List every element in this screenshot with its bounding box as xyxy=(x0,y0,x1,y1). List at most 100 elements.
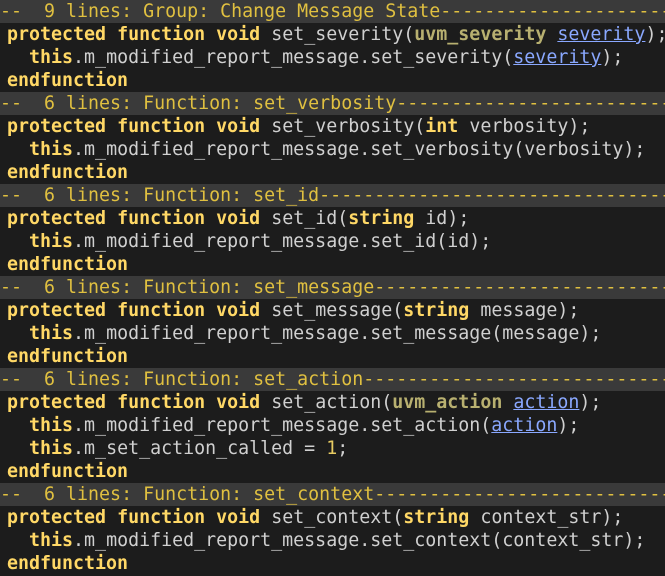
code-line[interactable]: endfunction xyxy=(0,345,665,368)
keyword: this xyxy=(29,323,74,344)
code-text: .m_modified_report_message.set_severity( xyxy=(73,47,514,68)
keyword: function xyxy=(117,116,206,137)
keyword: protected xyxy=(7,392,107,413)
keyword: function xyxy=(117,300,206,321)
code-line[interactable]: this.m_modified_report_message.set_messa… xyxy=(0,322,665,345)
code-text: id); xyxy=(414,208,470,229)
identifier-link: severity xyxy=(557,24,646,45)
code-text: .m_modified_report_message.set_message(m… xyxy=(73,323,602,344)
code-text: ; xyxy=(337,438,349,459)
keyword: int xyxy=(425,116,459,137)
keyword: void xyxy=(216,300,261,321)
keyword: function xyxy=(117,507,206,528)
keyword: this xyxy=(29,231,74,252)
fold-line[interactable]: -- 9 lines: Group: Change Message State-… xyxy=(0,0,665,23)
code-line[interactable]: protected function void set_id(string id… xyxy=(0,207,665,230)
identifier-link: action xyxy=(513,392,580,413)
keyword: endfunction xyxy=(7,162,129,183)
fold-line[interactable]: -- 6 lines: Function: set_context-------… xyxy=(0,483,665,506)
fold-line[interactable]: -- 6 lines: Function: set_verbosity-----… xyxy=(0,92,665,115)
keyword: void xyxy=(216,116,261,137)
code-line[interactable]: protected function void set_verbosity(in… xyxy=(0,115,665,138)
code-line[interactable]: endfunction xyxy=(0,253,665,276)
code-text: .m_modified_report_message.set_action( xyxy=(73,415,492,436)
code-line[interactable]: this.m_modified_report_message.set_verbo… xyxy=(0,138,665,161)
code-line[interactable]: endfunction xyxy=(0,161,665,184)
code-text: .m_modified_report_message.set_verbosity… xyxy=(73,139,646,160)
code-text: ); xyxy=(645,24,665,45)
code-line[interactable]: this.m_modified_report_message.set_actio… xyxy=(0,414,665,437)
code-text: .m_modified_report_message.set_context(c… xyxy=(73,530,646,551)
keyword: this xyxy=(29,47,74,68)
keyword: function xyxy=(117,24,206,45)
keyword: protected xyxy=(7,507,107,528)
fold-line[interactable]: -- 6 lines: Function: set_action--------… xyxy=(0,368,665,391)
code-line[interactable]: this.m_modified_report_message.set_conte… xyxy=(0,529,665,552)
keyword: this xyxy=(29,438,74,459)
keyword: function xyxy=(117,208,206,229)
code-line[interactable]: endfunction xyxy=(0,460,665,483)
keyword: endfunction xyxy=(7,254,129,275)
code-line[interactable]: this.m_modified_report_message.set_sever… xyxy=(0,46,665,69)
keyword: protected xyxy=(7,300,107,321)
code-text: set_severity( xyxy=(260,24,415,45)
identifier-link: severity xyxy=(513,47,602,68)
keyword: string xyxy=(348,208,415,229)
keyword: this xyxy=(29,415,74,436)
code-line[interactable]: this.m_modified_report_message.set_id(id… xyxy=(0,230,665,253)
type-name: uvm_severity xyxy=(414,24,547,45)
keyword: function xyxy=(117,392,206,413)
fold-line[interactable]: -- 6 lines: Function: set_id------------… xyxy=(0,184,665,207)
fold-line[interactable]: -- 6 lines: Function: set_message-------… xyxy=(0,276,665,299)
code-text: set_message( xyxy=(260,300,404,321)
code-text: message); xyxy=(469,300,580,321)
keyword: void xyxy=(216,507,261,528)
keyword: endfunction xyxy=(7,346,129,367)
code-text: set_id( xyxy=(260,208,349,229)
code-text: context_str); xyxy=(469,507,624,528)
code-line[interactable]: endfunction xyxy=(0,552,665,575)
keyword: endfunction xyxy=(7,70,129,91)
identifier-link: action xyxy=(491,415,558,436)
code-line[interactable]: protected function void set_message(stri… xyxy=(0,299,665,322)
keyword: void xyxy=(216,24,261,45)
code-text: set_verbosity( xyxy=(260,116,426,137)
code-line[interactable]: this.m_set_action_called = 1; xyxy=(0,437,665,460)
code-text: set_action( xyxy=(260,392,393,413)
code-line[interactable]: protected function void set_action(uvm_a… xyxy=(0,391,665,414)
code-editor[interactable]: -- 9 lines: Group: Change Message State-… xyxy=(0,0,665,576)
code-text: ); xyxy=(579,392,602,413)
code-text: .m_modified_report_message.set_id(id); xyxy=(73,231,492,252)
keyword: void xyxy=(216,208,261,229)
keyword: protected xyxy=(7,208,107,229)
code-line[interactable]: endfunction xyxy=(0,69,665,92)
keyword: protected xyxy=(7,116,107,137)
type-name: uvm_action xyxy=(392,392,503,413)
keyword: this xyxy=(29,530,74,551)
keyword: endfunction xyxy=(7,461,129,482)
keyword: this xyxy=(29,139,74,160)
number-literal: 1 xyxy=(326,438,338,459)
code-text: ); xyxy=(557,415,580,436)
code-line[interactable]: protected function void set_context(stri… xyxy=(0,506,665,529)
code-text: .m_set_action_called = xyxy=(73,438,327,459)
code-line[interactable]: protected function void set_severity(uvm… xyxy=(0,23,665,46)
